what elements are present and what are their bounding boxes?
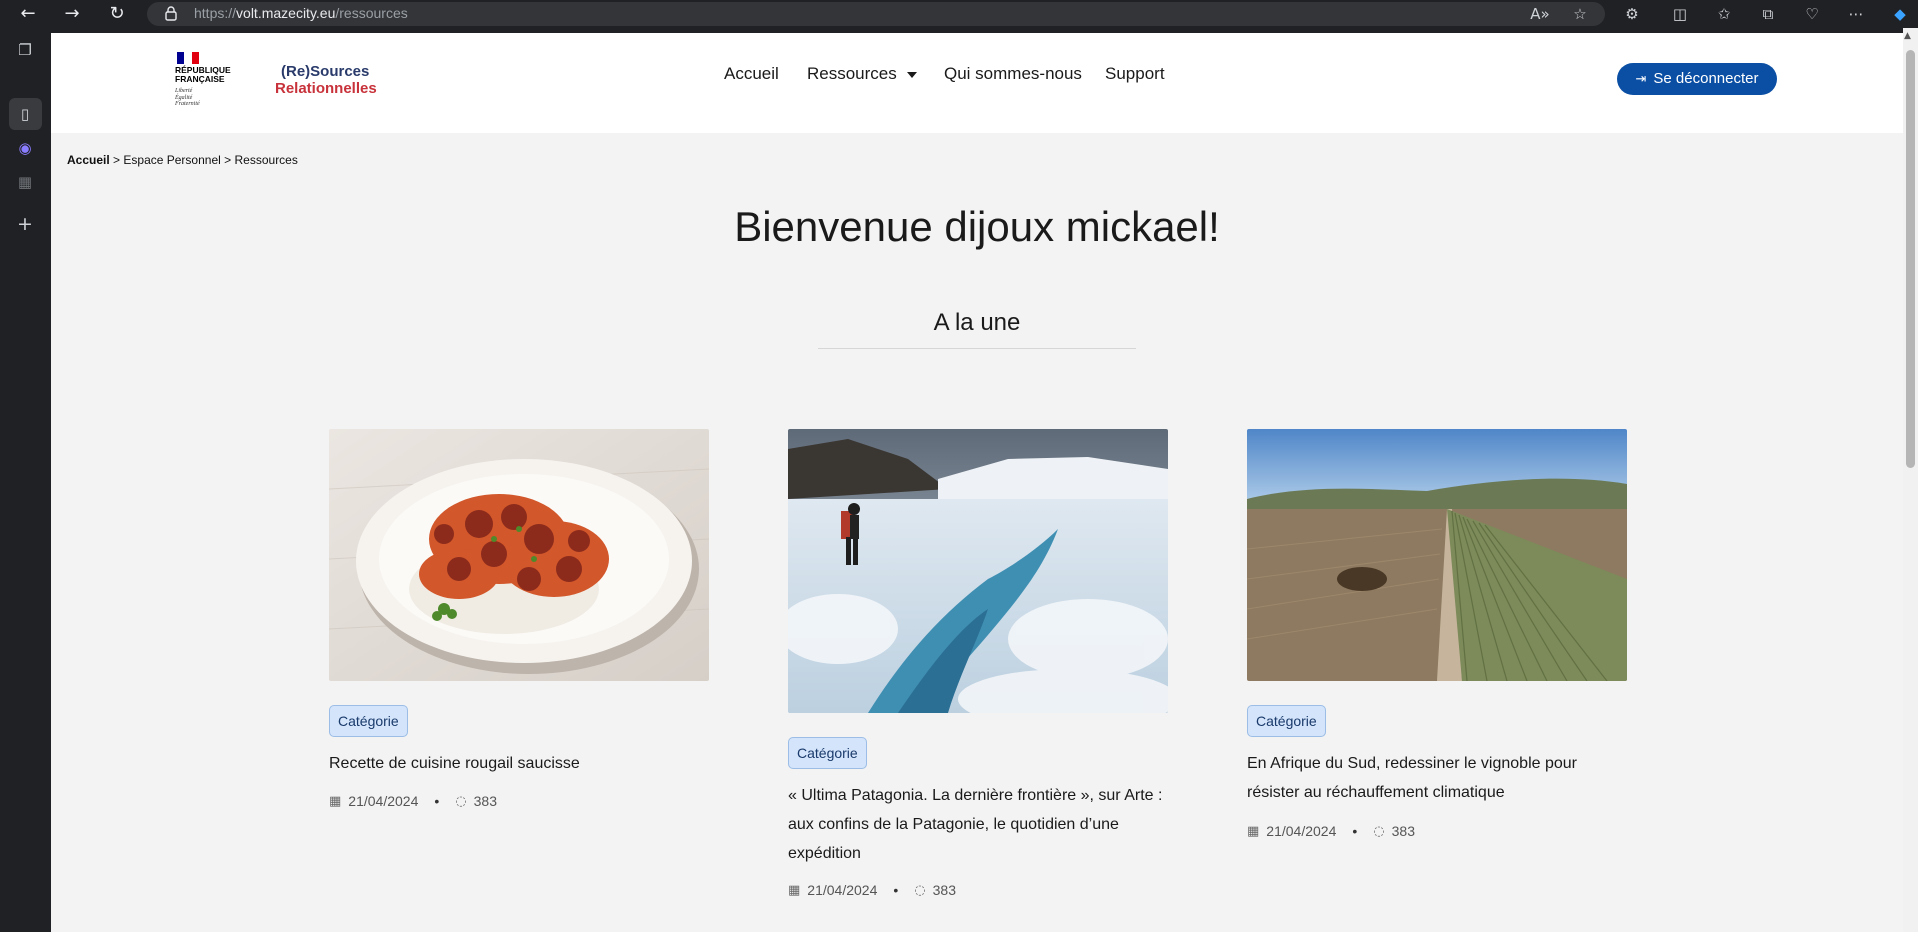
url-path: /ressources	[335, 5, 408, 21]
logout-button[interactable]: ⇥ Se déconnecter	[1617, 63, 1777, 95]
brand-line-1[interactable]: (Re)Sources	[281, 63, 369, 80]
lock-icon[interactable]	[163, 5, 179, 21]
card-meta: ▦ 21/04/2024 • ◌ 383	[788, 882, 956, 898]
calendar-icon: ▦	[1247, 823, 1260, 839]
welcome-heading: Bienvenue dijoux mickael!	[734, 203, 1220, 250]
card-meta: ▦ 21/04/2024 • ◌ 383	[329, 793, 497, 809]
french-flag-icon	[177, 52, 199, 64]
extensions-icon[interactable]: ⚙	[1622, 4, 1642, 24]
card-title[interactable]: En Afrique du Sud, redessiner le vignobl…	[1247, 749, 1627, 807]
meta-separator-dot: •	[434, 793, 440, 809]
tab-actions-icon[interactable]: ❐	[14, 39, 36, 61]
rf-motto-3: Fraternité	[175, 101, 200, 107]
star-icon[interactable]: ☆	[1570, 4, 1590, 24]
nav-qui-sommes-nous[interactable]: Qui sommes-nous	[944, 64, 1082, 84]
scroll-up-arrow-icon[interactable]: ▲	[1904, 31, 1911, 41]
browser-essentials-icon[interactable]: ♡	[1802, 4, 1822, 24]
rf-name: RÉPUBLIQUE FRANÇAISE	[175, 66, 231, 84]
url-host: volt.mazecity.eu	[236, 5, 336, 21]
back-arrow-icon[interactable]: ←	[17, 3, 39, 25]
meta-separator-dot: •	[893, 882, 899, 898]
nav-support[interactable]: Support	[1105, 64, 1165, 84]
browser-sidebar: ❐ ▯ ◉ ▦ +	[0, 28, 51, 932]
nav-accueil[interactable]: Accueil	[724, 64, 779, 84]
breadcrumb-ressources: Ressources	[234, 153, 298, 167]
food-plate-image[interactable]	[329, 429, 709, 681]
scrollbar-thumb[interactable]	[1906, 50, 1915, 468]
split-screen-icon[interactable]: ◫	[1670, 4, 1690, 24]
section-title: A la une	[933, 309, 1021, 336]
category-badge[interactable]: Catégorie	[329, 705, 408, 737]
chevron-down-icon	[906, 71, 917, 78]
favorites-icon[interactable]: ✩	[1714, 4, 1734, 24]
card-date: 21/04/2024	[1266, 823, 1337, 839]
republique-francaise-logo[interactable]: RÉPUBLIQUE FRANÇAISE Liberté Égalité Fra…	[175, 52, 237, 114]
category-badge[interactable]: Catégorie	[1247, 705, 1326, 737]
read-aloud-icon[interactable]: A»	[1530, 4, 1550, 24]
page-content: RÉPUBLIQUE FRANÇAISE Liberté Égalité Fra…	[51, 33, 1903, 932]
card-date: 21/04/2024	[807, 882, 878, 898]
collections-icon[interactable]: ⧉	[1758, 4, 1778, 24]
site-header: RÉPUBLIQUE FRANÇAISE Liberté Égalité Fra…	[51, 33, 1903, 133]
nav-ressources[interactable]: Ressources	[807, 64, 917, 84]
nav-ressources-label: Ressources	[807, 64, 897, 83]
calendar-icon: ▦	[788, 882, 801, 898]
card-title[interactable]: « Ultima Patagonia. La dernière frontièr…	[788, 781, 1168, 868]
shield-tab-icon[interactable]: ◉	[14, 137, 36, 159]
card-title[interactable]: Recette de cuisine rougail saucisse	[329, 749, 709, 778]
new-tab-plus-icon[interactable]: +	[14, 213, 36, 235]
breadcrumb-separator: >	[113, 153, 121, 167]
card-date: 21/04/2024	[348, 793, 419, 809]
forward-arrow-icon[interactable]: →	[61, 3, 83, 25]
calendar-icon: ▦	[329, 793, 342, 809]
reload-icon[interactable]: ↻	[106, 3, 128, 25]
logout-icon: ⇥	[1635, 72, 1647, 87]
breadcrumb-home[interactable]: Accueil	[67, 153, 110, 167]
comment-icon: ◌	[914, 882, 926, 898]
category-badge[interactable]: Catégorie	[788, 737, 867, 769]
more-menu-icon[interactable]: ⋯	[1846, 4, 1866, 24]
comment-icon: ◌	[1373, 823, 1385, 839]
copilot-icon[interactable]: ◆	[1890, 4, 1910, 24]
url-scheme: https://	[194, 5, 237, 21]
section-divider	[818, 348, 1136, 349]
card-comments: 383	[1391, 823, 1415, 839]
glacier-hiker-image[interactable]	[788, 429, 1168, 713]
brand-line-2[interactable]: Relationnelles	[275, 80, 377, 97]
breadcrumb: Accueil > Espace Personnel > Ressources	[67, 153, 298, 167]
browser-toolbar: ← → ↻ https://volt.mazecity.eu/ressource…	[0, 0, 1918, 28]
breadcrumb-espace-personnel[interactable]: Espace Personnel	[123, 153, 220, 167]
rf-motto: Liberté Égalité Fraternité	[175, 88, 200, 108]
comment-icon: ◌	[455, 793, 467, 809]
card-comments: 383	[932, 882, 956, 898]
calendar-tab-icon[interactable]: ▦	[14, 171, 36, 193]
page-tab-icon[interactable]: ▯	[14, 103, 36, 125]
meta-separator-dot: •	[1352, 823, 1358, 839]
url-text[interactable]: https://volt.mazecity.eu/ressources	[194, 5, 408, 21]
rf-line2: FRANÇAISE	[175, 74, 225, 84]
breadcrumb-separator: >	[224, 153, 232, 167]
logout-label: Se déconnecter	[1653, 70, 1759, 87]
card-meta: ▦ 21/04/2024 • ◌ 383	[1247, 823, 1415, 839]
vineyard-aerial-image[interactable]	[1247, 429, 1627, 681]
card-comments: 383	[473, 793, 497, 809]
